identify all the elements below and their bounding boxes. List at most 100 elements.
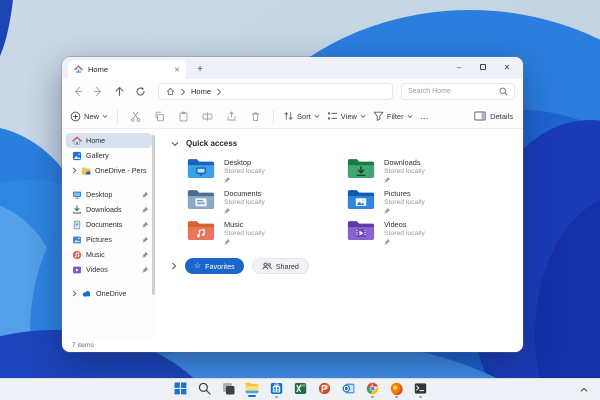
taskbar xyxy=(0,378,600,400)
window-controls: – ✕ xyxy=(447,57,519,77)
sidebar-item-onedrive[interactable]: OneDrive xyxy=(66,286,152,301)
cut-button[interactable] xyxy=(127,111,144,122)
forward-button[interactable] xyxy=(89,83,108,101)
taskbar-store-button[interactable] xyxy=(268,380,285,399)
tile-desktop[interactable]: Desktop Stored locally xyxy=(187,157,347,183)
details-button[interactable]: Details xyxy=(474,111,513,121)
pin-icon xyxy=(142,206,149,213)
videos-folder-icon xyxy=(347,221,375,240)
tile-videos[interactable]: Videos Stored locally xyxy=(347,219,507,245)
tab-bar: Home ✕ + – ✕ xyxy=(62,57,523,79)
back-arrow-icon xyxy=(74,86,83,97)
new-tab-button[interactable]: + xyxy=(192,61,208,77)
sections-row: ☆ Favorites Shared xyxy=(171,258,523,274)
chevron-down-icon xyxy=(407,114,412,118)
taskbar-chrome-button[interactable] xyxy=(364,380,381,399)
chevron-down-icon xyxy=(171,141,179,146)
taskbar-outlook-button[interactable] xyxy=(340,380,357,399)
refresh-arrowhead xyxy=(141,87,144,91)
sidebar-item-onedrive-personal[interactable]: OneDrive - Pers xyxy=(66,163,152,178)
running-indicator-active xyxy=(248,395,256,397)
navigation-pane: Home Gallery OneDrive - Pers Desktop Dow… xyxy=(62,129,155,339)
window-body: Home Gallery OneDrive - Pers Desktop Dow… xyxy=(62,129,523,339)
sidebar-item-home[interactable]: Home xyxy=(66,133,152,148)
sidebar-item-pictures[interactable]: Pictures xyxy=(66,232,152,247)
file-explorer-window: Home ✕ + – ✕ Home Search Home New Sort V… xyxy=(62,57,523,352)
taskbar-file-explorer-button[interactable] xyxy=(244,380,261,399)
paste-icon xyxy=(179,111,188,121)
back-button[interactable] xyxy=(68,83,87,101)
delete-button[interactable] xyxy=(247,111,264,122)
breadcrumb-home[interactable]: Home xyxy=(191,87,211,96)
tile-name: Desktop xyxy=(224,158,252,167)
tab-close-icon[interactable]: ✕ xyxy=(174,66,180,74)
sidebar-item-gallery[interactable]: Gallery xyxy=(66,148,152,163)
search-icon xyxy=(198,382,211,395)
taskbar-firefox-button[interactable] xyxy=(388,380,405,399)
taskbar-powerpoint-button[interactable] xyxy=(316,380,333,399)
sort-icon xyxy=(284,111,293,121)
tile-status: Stored locally xyxy=(384,230,425,237)
quick-access-grid: Desktop Stored locally Downloads Stored … xyxy=(187,157,523,245)
taskbar-terminal-button[interactable] xyxy=(412,380,429,399)
more-options-button[interactable]: … xyxy=(420,111,430,121)
shared-tab[interactable]: Shared xyxy=(251,258,309,274)
new-button[interactable]: New xyxy=(70,111,108,122)
quick-access-header[interactable]: Quick access xyxy=(171,139,523,148)
maximize-button[interactable] xyxy=(471,58,495,76)
sidebar-item-music[interactable]: Music xyxy=(66,247,152,262)
up-button[interactable] xyxy=(110,83,129,101)
new-label: New xyxy=(84,111,100,121)
sidebar-item-label: Pictures xyxy=(86,235,112,244)
documents-folder-icon xyxy=(187,190,215,209)
running-indicator xyxy=(274,395,278,398)
tile-music[interactable]: Music Stored locally xyxy=(187,219,347,245)
desktop-screen: Home ✕ + – ✕ Home Search Home New Sort V… xyxy=(0,0,600,400)
task-view-icon xyxy=(222,382,234,394)
sidebar-item-documents[interactable]: Documents xyxy=(66,217,152,232)
tab-home[interactable]: Home ✕ xyxy=(68,60,186,79)
pin-icon xyxy=(142,221,149,228)
videos-icon xyxy=(72,265,82,275)
taskbar-search-button[interactable] xyxy=(196,380,213,399)
rename-button[interactable] xyxy=(199,111,216,122)
paste-button[interactable] xyxy=(175,111,192,122)
search-icon xyxy=(499,87,508,96)
details-pane-icon xyxy=(474,111,486,121)
toolbar-divider xyxy=(117,109,119,123)
taskbar-excel-button[interactable] xyxy=(292,380,309,399)
forward-arrow-icon xyxy=(93,86,102,97)
excel-icon xyxy=(294,382,306,394)
address-bar[interactable]: Home xyxy=(158,83,393,100)
chevron-right-icon[interactable] xyxy=(72,167,77,174)
chevron-right-icon[interactable] xyxy=(72,290,77,297)
close-button[interactable]: ✕ xyxy=(495,58,519,76)
start-button[interactable] xyxy=(172,380,189,399)
tile-pictures[interactable]: Pictures Stored locally xyxy=(347,188,507,214)
search-input[interactable]: Search Home xyxy=(401,83,515,100)
file-explorer-icon xyxy=(245,382,259,394)
task-view-button[interactable] xyxy=(220,380,237,399)
tile-name: Pictures xyxy=(384,189,411,198)
sidebar-item-downloads[interactable]: Downloads xyxy=(66,202,152,217)
home-icon xyxy=(72,135,82,146)
pictures-folder-icon xyxy=(347,190,375,209)
maximize-icon xyxy=(480,64,486,70)
chevron-right-icon[interactable] xyxy=(171,262,177,270)
sidebar-item-videos[interactable]: Videos xyxy=(66,262,152,277)
item-count: 7 items xyxy=(72,342,94,349)
copy-button[interactable] xyxy=(151,111,168,122)
sort-button[interactable]: Sort xyxy=(283,111,320,121)
tile-name: Downloads xyxy=(384,158,421,167)
sidebar-item-desktop[interactable]: Desktop xyxy=(66,187,152,202)
share-button[interactable] xyxy=(223,110,240,122)
favorites-tab[interactable]: ☆ Favorites xyxy=(185,258,244,274)
minimize-button[interactable]: – xyxy=(447,58,471,76)
documents-icon xyxy=(72,220,82,230)
tile-downloads[interactable]: Downloads Stored locally xyxy=(347,157,507,183)
filter-button[interactable]: Filter xyxy=(373,111,413,121)
view-button[interactable]: View xyxy=(327,111,366,121)
show-hidden-icons-button[interactable] xyxy=(580,387,588,393)
tile-documents[interactable]: Documents Stored locally xyxy=(187,188,347,214)
refresh-button[interactable] xyxy=(131,83,150,101)
